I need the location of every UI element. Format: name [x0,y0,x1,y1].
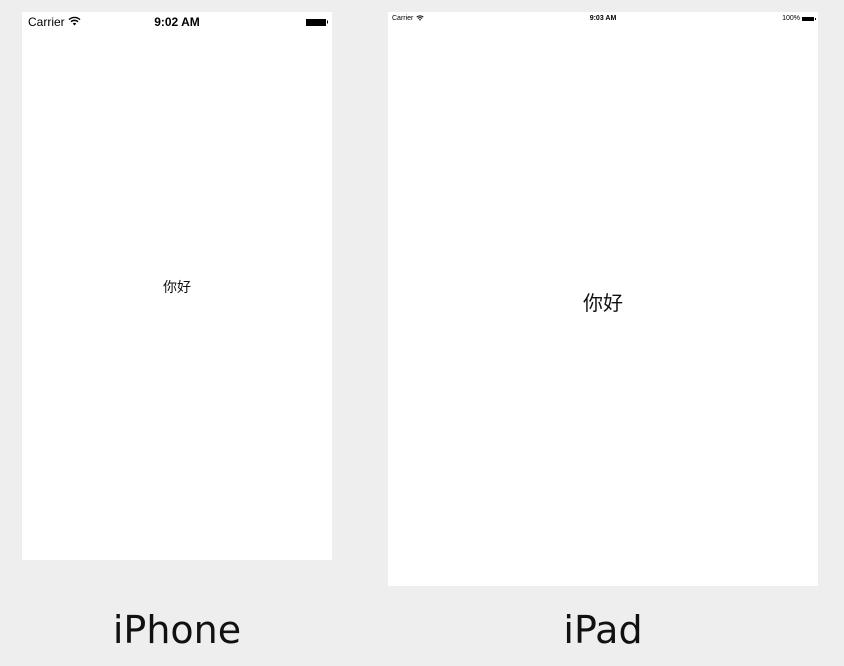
battery-icon [802,16,814,21]
iphone-screen: Carrier 9:02 AM 你好 [22,12,332,560]
battery-group: 100% [782,14,814,23]
status-time: 9:03 AM [589,15,617,22]
ipad-screen: Carrier 9:03 AM 100% 你好 [388,12,818,586]
status-time: 9:02 AM [154,15,200,29]
status-bar: Carrier 9:03 AM 100% [388,12,818,26]
battery-icon [306,18,326,26]
greeting-label: 你好 [163,279,191,295]
battery-percent: 100% [782,15,800,22]
greeting-label: 你好 [583,293,623,315]
status-bar: Carrier 9:02 AM [22,12,332,32]
iphone-caption: iPhone [112,608,242,652]
ipad-caption: iPad [563,608,643,652]
battery-group [306,17,326,27]
